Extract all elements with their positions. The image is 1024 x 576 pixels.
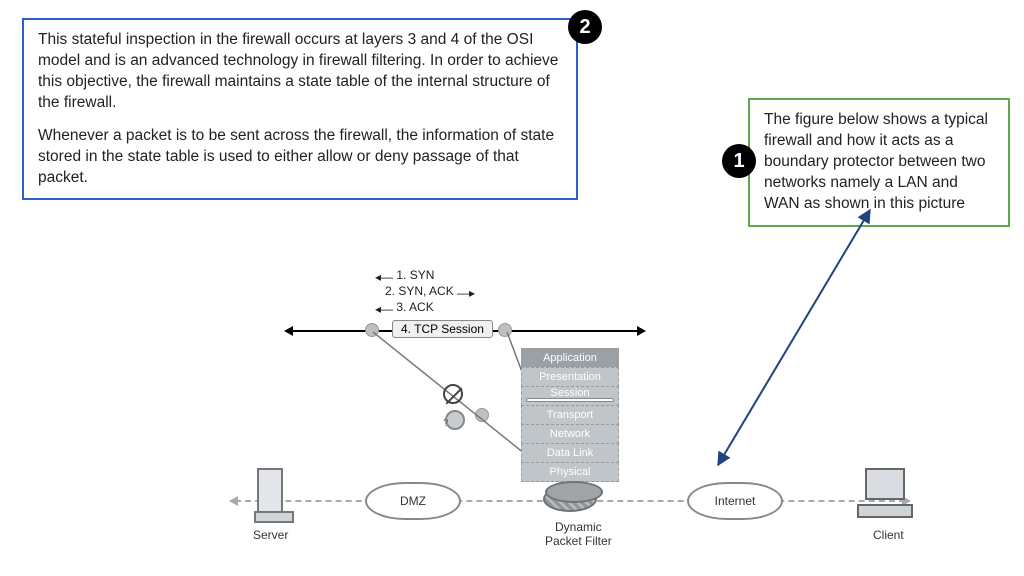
badge-number: 2	[579, 16, 590, 39]
osi-layer-application: Application	[521, 348, 619, 368]
badge-number: 1	[733, 150, 744, 173]
osi-layer-presentation: Presentation	[521, 367, 619, 387]
blocked-icon	[443, 384, 463, 404]
osi-layer-session: Session	[521, 386, 619, 406]
server-icon	[257, 468, 283, 518]
internet-cloud: Internet	[687, 482, 783, 520]
handshake-step1: ◂— 1. SYN	[375, 268, 434, 282]
client-label: Client	[873, 528, 904, 542]
callout1-text: The figure below shows a typical firewal…	[764, 111, 988, 212]
router-icon	[543, 486, 597, 512]
handshake-step3: ◂— 3. ACK	[375, 300, 434, 314]
dmz-cloud: DMZ	[365, 482, 461, 520]
osi-layer-physical: Physical	[521, 462, 619, 482]
osi-layer-transport: Transport	[521, 405, 619, 425]
osi-stack: Application Presentation Session Transpo…	[521, 348, 619, 481]
osi-layer-network: Network	[521, 424, 619, 444]
callout-badge-2: 2	[568, 10, 602, 44]
client-monitor-icon	[865, 468, 905, 500]
callout2-para2: Whenever a packet is to be sent across t…	[38, 126, 562, 189]
client-base-icon	[857, 504, 913, 518]
handshake-step2: 2. SYN, ACK —▸	[385, 284, 475, 298]
callout-stateful-inspection: This stateful inspection in the firewall…	[22, 18, 578, 200]
server-label: Server	[253, 528, 288, 542]
callout2-para1: This stateful inspection in the firewall…	[38, 30, 562, 114]
osi-layer-data-link: Data Link	[521, 443, 619, 463]
dynamic-filter-label: Dynamic Packet Filter	[545, 520, 612, 548]
callout-badge-1: 1	[722, 144, 756, 178]
firewall-diagram: ◂— 1. SYN 2. SYN, ACK —▸ ◂— 3. ACK 4. TC…	[225, 268, 925, 568]
